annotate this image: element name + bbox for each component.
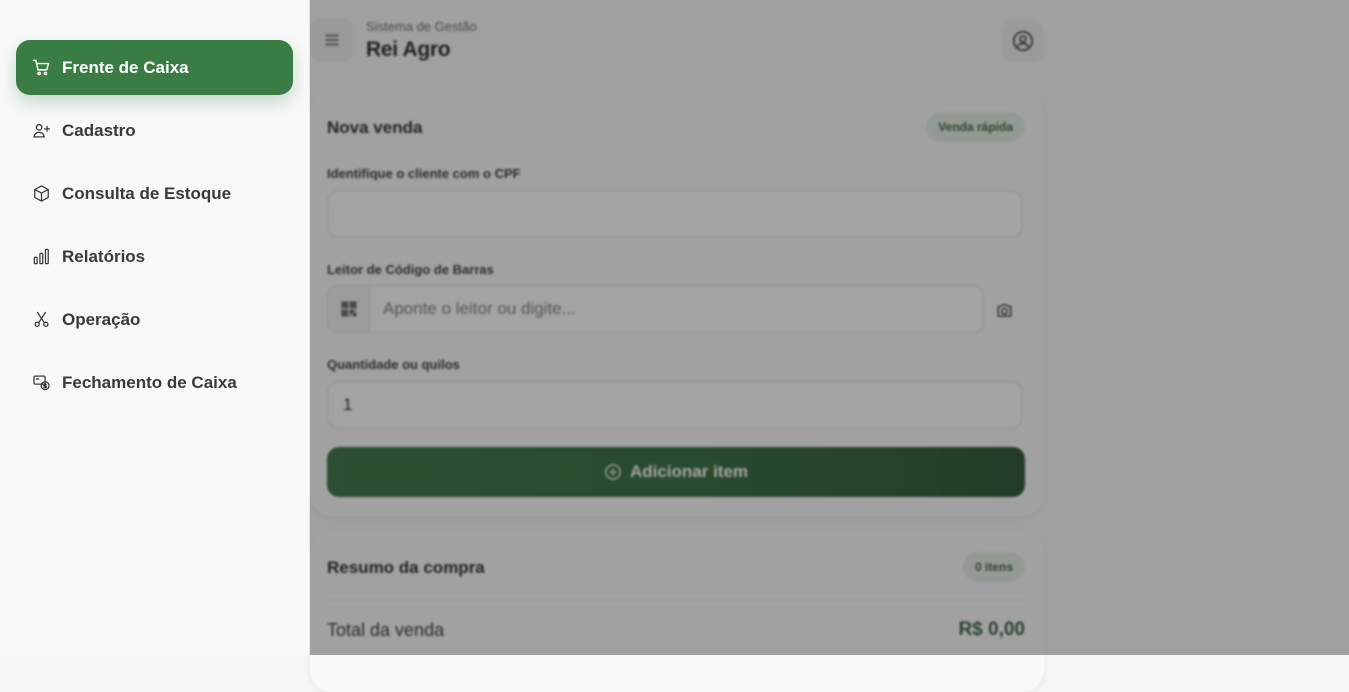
sidebar-backdrop[interactable] <box>310 0 1349 655</box>
sidebar-item-label: Fechamento de Caixa <box>62 372 237 392</box>
box-icon <box>31 184 51 204</box>
sidebar-item-label: Frente de Caixa <box>62 57 189 77</box>
bar-chart-icon <box>31 247 51 267</box>
sidebar-item-relatorios[interactable]: Relatórios <box>16 229 293 284</box>
sidebar-item-fechamento-de-caixa[interactable]: Fechamento de Caixa <box>16 355 293 410</box>
sidebar-item-label: Cadastro <box>62 120 136 140</box>
sidebar-item-consulta-de-estoque[interactable]: Consulta de Estoque <box>16 166 293 221</box>
scissors-icon <box>31 310 51 330</box>
cart-icon <box>31 58 51 78</box>
sidebar-item-label: Relatórios <box>62 246 146 266</box>
sidebar-item-label: Consulta de Estoque <box>62 183 232 203</box>
sidebar: Frente de Caixa Cadastro Consulta de Est… <box>0 0 310 655</box>
cash-register-icon <box>31 373 51 393</box>
sidebar-item-frente-de-caixa[interactable]: Frente de Caixa <box>16 40 293 95</box>
sidebar-item-label: Operação <box>62 309 141 329</box>
sidebar-item-operacao[interactable]: Operação <box>16 292 293 347</box>
user-plus-icon <box>31 121 51 141</box>
sidebar-item-cadastro[interactable]: Cadastro <box>16 103 293 158</box>
